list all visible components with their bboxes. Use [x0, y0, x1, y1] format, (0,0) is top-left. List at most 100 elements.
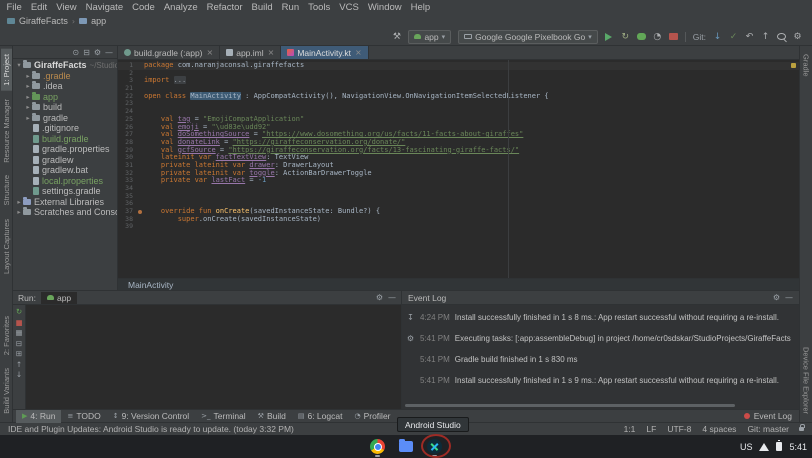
- code-line[interactable]: 23: [118, 100, 799, 108]
- system-tray[interactable]: US 5:41: [740, 435, 807, 458]
- tool-stripe-button[interactable]: Structure: [1, 170, 12, 210]
- keyboard-layout-indicator[interactable]: US: [740, 442, 753, 452]
- collapse-all-icon[interactable]: ⊟: [16, 339, 22, 348]
- chrome-app-icon[interactable]: [370, 439, 385, 454]
- tool-window-tab[interactable]: >_Terminal: [195, 410, 252, 423]
- tool-stripe-button[interactable]: Gradle: [801, 49, 812, 82]
- status-message[interactable]: IDE and Plugin Updates: Android Studio i…: [8, 424, 614, 434]
- code-line[interactable]: 1package com.naranjaconsal.giraffefacts: [118, 62, 799, 70]
- git-update-button[interactable]: ↓: [713, 32, 722, 42]
- git-push-button[interactable]: ↑: [761, 32, 770, 42]
- menu-vcs[interactable]: VCS: [335, 2, 364, 13]
- horizontal-scrollbar[interactable]: [405, 404, 735, 407]
- search-everywhere-icon[interactable]: [777, 33, 786, 40]
- run-tab-app[interactable]: app: [41, 292, 77, 304]
- tree-chevron-icon[interactable]: ▸: [24, 72, 32, 80]
- lock-icon[interactable]: [799, 427, 804, 431]
- code-line[interactable]: 35: [118, 193, 799, 201]
- tree-item[interactable]: .gitignore: [13, 123, 117, 134]
- tool-window-tab[interactable]: ⚒Build: [252, 410, 292, 423]
- tree-item[interactable]: local.properties: [13, 176, 117, 187]
- tree-item[interactable]: settings.gradle: [13, 186, 117, 197]
- collapse-all-icon[interactable]: ⊟: [83, 48, 90, 57]
- close-tab-icon[interactable]: ×: [268, 48, 275, 57]
- code-line[interactable]: 39: [118, 223, 799, 231]
- code-line[interactable]: 2: [118, 70, 799, 78]
- menu-window[interactable]: Window: [363, 2, 406, 13]
- tree-item[interactable]: build.gradle: [13, 134, 117, 145]
- event-log-entry[interactable]: ⚙5:41 PMExecuting tasks: [:app:assembleD…: [406, 334, 795, 343]
- hide-panel-icon[interactable]: —: [388, 293, 396, 302]
- tree-item[interactable]: gradlew: [13, 155, 117, 166]
- editor-tab[interactable]: build.gradle (:app)×: [118, 46, 220, 59]
- run-configuration-selector[interactable]: app ▾: [408, 30, 451, 44]
- clock[interactable]: 5:41: [789, 442, 807, 452]
- event-log-entry[interactable]: ↧4:24 PMInstall successfully finished in…: [406, 313, 795, 322]
- menu-navigate[interactable]: Navigate: [81, 2, 128, 13]
- code-line[interactable]: 33 private var lastFact = -1: [118, 177, 799, 185]
- rerun-icon[interactable]: ↻: [16, 307, 22, 316]
- tool-stripe-button[interactable]: Resource Manager: [1, 94, 12, 168]
- scroll-up-icon[interactable]: ↑: [16, 360, 22, 369]
- tree-chevron-icon[interactable]: ▸: [24, 103, 32, 111]
- run-console-output[interactable]: [26, 305, 401, 409]
- close-tab-icon[interactable]: ×: [355, 48, 362, 57]
- tree-item[interactable]: ▸External Libraries: [13, 197, 117, 208]
- tree-chevron-icon[interactable]: ▸: [24, 114, 32, 122]
- tree-chevron-icon[interactable]: ▸: [15, 198, 23, 206]
- settings-gear-icon[interactable]: ⚙: [376, 293, 383, 302]
- menu-build[interactable]: Build: [247, 2, 277, 13]
- settings-gear-icon[interactable]: ⚙: [773, 293, 780, 302]
- code-line[interactable]: 34: [118, 185, 799, 193]
- settings-gear-icon[interactable]: ⚙: [94, 48, 101, 57]
- files-app-icon[interactable]: [399, 441, 413, 452]
- menu-file[interactable]: File: [2, 2, 26, 13]
- event-log-entry[interactable]: 5:41 PMInstall successfully finished in …: [406, 376, 795, 385]
- stop-button[interactable]: [669, 33, 678, 40]
- status-widget[interactable]: 4 spaces: [702, 424, 736, 434]
- tool-stripe-button[interactable]: 2: Favorites: [1, 311, 12, 360]
- menu-analyze[interactable]: Analyze: [159, 2, 202, 13]
- expand-all-icon[interactable]: ⊞: [16, 349, 22, 358]
- settings-gear-icon[interactable]: ⚙: [793, 32, 802, 42]
- event-log-entry[interactable]: 5:41 PMGradle build finished in 1 s 830 …: [406, 355, 795, 364]
- restore-icon[interactable]: ▦: [15, 328, 22, 337]
- tree-item[interactable]: ▸build: [13, 102, 117, 113]
- editor-tab[interactable]: MainActivity.kt×: [281, 46, 368, 59]
- tool-window-tab[interactable]: ◔Profiler: [348, 410, 396, 423]
- tree-chevron-icon[interactable]: ▸: [15, 208, 23, 216]
- status-widget[interactable]: LF: [646, 424, 656, 434]
- tool-window-tab[interactable]: ↕9: Version Control: [107, 410, 195, 423]
- tool-stripe-button[interactable]: Build Variants: [1, 363, 12, 419]
- tree-chevron-icon[interactable]: ▾: [15, 61, 23, 69]
- tree-item[interactable]: ▸app: [13, 92, 117, 103]
- tree-item[interactable]: ▸Scratches and Consoles: [13, 207, 117, 218]
- tree-item[interactable]: ▸.gradle: [13, 71, 117, 82]
- git-revert-button[interactable]: ↶: [745, 32, 754, 42]
- tree-item[interactable]: ▸gradle: [13, 113, 117, 124]
- override-gutter-icon[interactable]: [136, 208, 144, 216]
- tree-item[interactable]: gradlew.bat: [13, 165, 117, 176]
- event-log-toggle[interactable]: Event Log: [738, 410, 796, 423]
- menu-edit[interactable]: Edit: [26, 2, 51, 13]
- breadcrumb-module[interactable]: app: [91, 16, 106, 26]
- run-button[interactable]: [605, 33, 614, 41]
- menu-run[interactable]: Run: [277, 2, 303, 13]
- hide-panel-icon[interactable]: —: [785, 293, 793, 302]
- status-widget[interactable]: Git: master: [747, 424, 789, 434]
- menu-refactor[interactable]: Refactor: [202, 2, 247, 13]
- close-tab-icon[interactable]: ×: [207, 48, 214, 57]
- menu-view[interactable]: View: [52, 2, 81, 13]
- git-commit-button[interactable]: ✓: [729, 32, 738, 42]
- breadcrumb-project[interactable]: GiraffeFacts: [19, 16, 68, 26]
- tool-stripe-button[interactable]: 1: Project: [1, 49, 12, 91]
- code-editor[interactable]: 1package com.naranjaconsal.giraffefacts2…: [118, 60, 799, 278]
- status-widget[interactable]: UTF-8: [667, 424, 691, 434]
- tool-window-tab[interactable]: ▤6: Logcat: [292, 410, 349, 423]
- stop-icon[interactable]: ■: [15, 318, 22, 327]
- menu-code[interactable]: Code: [128, 2, 160, 13]
- apply-changes-button[interactable]: ↻: [621, 32, 630, 42]
- debug-button[interactable]: [637, 33, 646, 40]
- editor-breadcrumb[interactable]: MainActivity: [118, 278, 799, 290]
- tree-item[interactable]: gradle.properties: [13, 144, 117, 155]
